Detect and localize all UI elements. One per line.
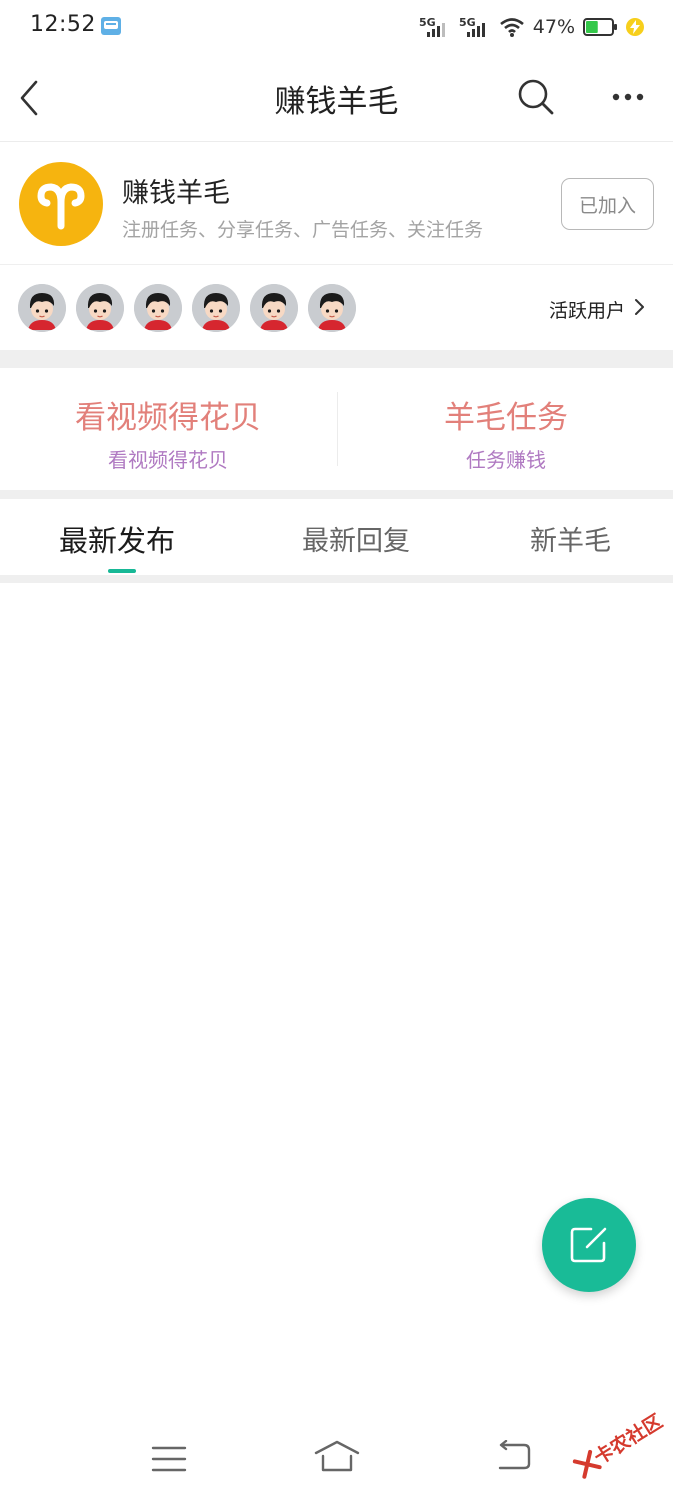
task-subtitle: 任务赚钱	[466, 448, 546, 472]
status-bar: 12:52 5G 5G 47%	[0, 0, 673, 56]
task-subtitle: 看视频得花贝	[108, 448, 228, 472]
group-description: 注册任务、分享任务、广告任务、关注任务	[122, 219, 484, 241]
active-user-avatar[interactable]	[192, 284, 240, 332]
active-users-row[interactable]: 活跃用户	[0, 266, 673, 350]
active-user-avatar[interactable]	[134, 284, 182, 332]
chevron-right-icon	[635, 299, 644, 315]
wifi-icon	[499, 18, 524, 37]
active-user-avatar[interactable]	[250, 284, 298, 332]
menu-icon[interactable]	[151, 1444, 187, 1474]
notification-app-icon	[101, 17, 121, 35]
home-icon[interactable]	[313, 1438, 361, 1474]
tab-bar: 最新发布 最新回复 新羊毛	[0, 499, 673, 575]
section-divider	[0, 575, 673, 583]
svg-text:5G: 5G	[459, 16, 476, 29]
status-indicators: 5G 5G 47%	[419, 12, 645, 42]
group-header: 赚钱羊毛 注册任务、分享任务、广告任务、关注任务 已加入	[0, 143, 673, 265]
active-user-avatars	[18, 284, 356, 332]
compose-icon	[570, 1227, 607, 1263]
user-avatar-icon	[192, 284, 240, 332]
battery-icon	[583, 18, 617, 36]
cellular-signal-icon: 5G	[459, 16, 485, 37]
group-avatar	[19, 162, 103, 246]
joined-button[interactable]: 已加入	[561, 178, 654, 230]
page-title: 赚钱羊毛	[274, 84, 399, 120]
user-avatar-icon	[308, 284, 356, 332]
user-avatar-icon	[76, 284, 124, 332]
tab-latest-posts[interactable]: 最新发布	[59, 518, 175, 560]
section-divider	[0, 490, 673, 499]
cellular-signal-icon: 5G	[419, 16, 445, 37]
user-avatar-icon	[250, 284, 298, 332]
task-title: 羊毛任务	[444, 400, 568, 436]
active-user-avatar[interactable]	[308, 284, 356, 332]
active-users-label[interactable]: 活跃用户	[549, 296, 625, 323]
nav-back-icon[interactable]	[494, 1440, 532, 1472]
aries-icon	[37, 183, 85, 230]
section-divider	[0, 350, 673, 368]
search-icon[interactable]	[515, 76, 557, 118]
compose-button[interactable]	[542, 1198, 636, 1292]
user-avatar-icon	[18, 284, 66, 332]
task-entries: 看视频得花贝 看视频得花贝 羊毛任务 任务赚钱	[0, 368, 673, 490]
title-bar: 赚钱羊毛	[0, 56, 673, 142]
active-tab-indicator	[108, 569, 136, 573]
battery-percent: 47%	[532, 16, 575, 38]
watermark-text: 卡农社区	[590, 1410, 667, 1470]
tab-new-wool[interactable]: 新羊毛	[530, 519, 611, 558]
task-wool-tasks[interactable]: 羊毛任务 任务赚钱	[338, 368, 673, 490]
svg-text:5G: 5G	[419, 16, 436, 29]
more-options-icon[interactable]	[608, 86, 648, 108]
task-watch-video[interactable]: 看视频得花贝 看视频得花贝	[0, 368, 336, 490]
active-user-avatar[interactable]	[76, 284, 124, 332]
user-avatar-icon	[134, 284, 182, 332]
active-user-avatar[interactable]	[18, 284, 66, 332]
status-time: 12:52	[30, 12, 96, 37]
task-title: 看视频得花贝	[75, 400, 261, 436]
group-name: 赚钱羊毛	[122, 178, 230, 209]
tab-latest-replies[interactable]: 最新回复	[302, 519, 410, 558]
charging-icon	[626, 18, 644, 36]
